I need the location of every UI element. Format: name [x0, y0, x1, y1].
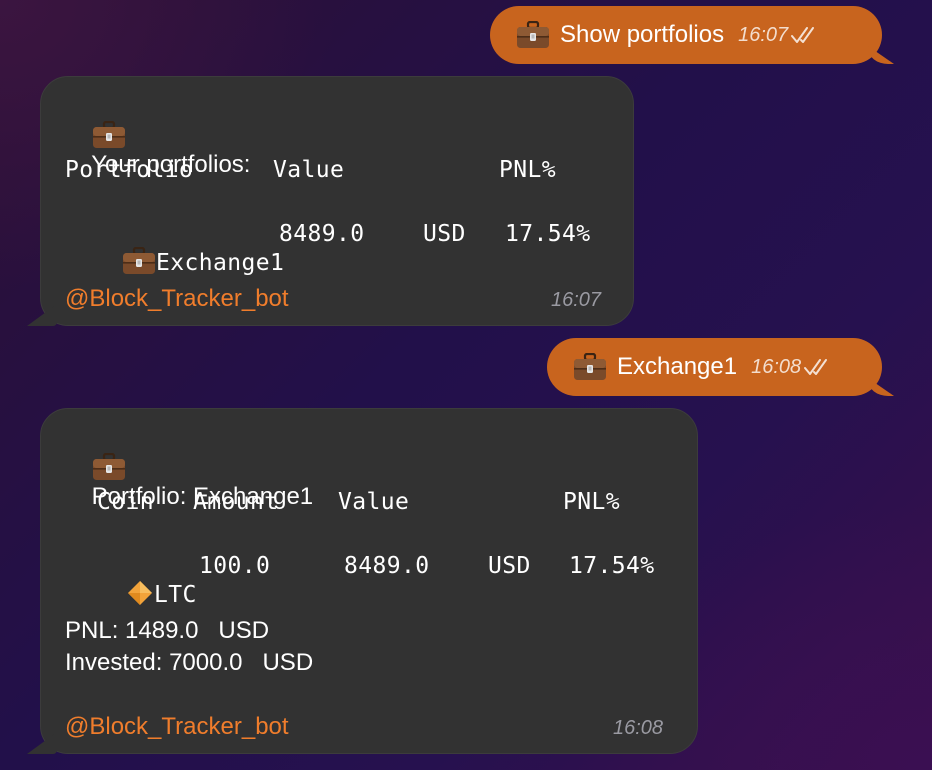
table-header-amount: Amount: [193, 489, 279, 515]
orange-diamond-icon: [126, 579, 154, 607]
coin-value: 8489.0: [344, 553, 430, 579]
message-time: 16:08: [751, 355, 802, 378]
bot-link[interactable]: @Block_Tracker_bot: [65, 285, 289, 313]
coin-currency: USD: [488, 553, 531, 579]
double-check-icon: [791, 25, 819, 45]
message-text: Show portfolios: [560, 21, 725, 48]
briefcase-icon: [122, 247, 156, 275]
message-time: 16:07: [738, 23, 789, 46]
outgoing-message-exchange1[interactable]: Exchange1 16:08: [547, 338, 882, 396]
incoming-message-portfolios: Your portfolios: Portfolio Value PNL% Ex…: [40, 76, 634, 326]
table-header-pnl: PNL%: [499, 157, 556, 183]
table-header-value: Value: [273, 157, 345, 183]
message-text: Exchange1: [617, 353, 738, 380]
message-time: 16:08: [613, 717, 664, 739]
portfolio-value: 8489.0: [279, 221, 365, 247]
message-time: 16:07: [551, 289, 602, 311]
table-header-value: Value: [338, 489, 410, 515]
coin-symbol: LTC: [154, 582, 197, 608]
briefcase-icon: [516, 21, 550, 49]
coin-amount: 100.0: [199, 553, 271, 579]
message-title-row: Your portfolios:: [65, 93, 250, 207]
portfolio-pnl: 17.54%: [505, 221, 591, 247]
outgoing-message-show-portfolios[interactable]: Show portfolios 16:07: [490, 6, 882, 64]
portfolio-name: Exchange1: [156, 250, 285, 276]
table-header-coin: Coin: [97, 489, 154, 515]
pnl-summary: PNL: 1489.0 USD: [65, 617, 270, 644]
portfolio-currency: USD: [423, 221, 466, 247]
double-check-icon: [804, 357, 832, 377]
message-title-row: Portfolio: Exchange1: [65, 425, 313, 539]
table-header-portfolio: Portfolio: [65, 157, 194, 183]
incoming-message-portfolio-detail: Portfolio: Exchange1 Coin Amount Value P…: [40, 408, 698, 754]
briefcase-icon: [92, 453, 126, 481]
table-header-pnl: PNL%: [563, 489, 620, 515]
briefcase-icon: [92, 121, 126, 149]
bot-link[interactable]: @Block_Tracker_bot: [65, 713, 289, 741]
coin-pnl: 17.54%: [569, 553, 655, 579]
invested-summary: Invested: 7000.0 USD: [65, 649, 314, 676]
briefcase-icon: [573, 353, 607, 381]
